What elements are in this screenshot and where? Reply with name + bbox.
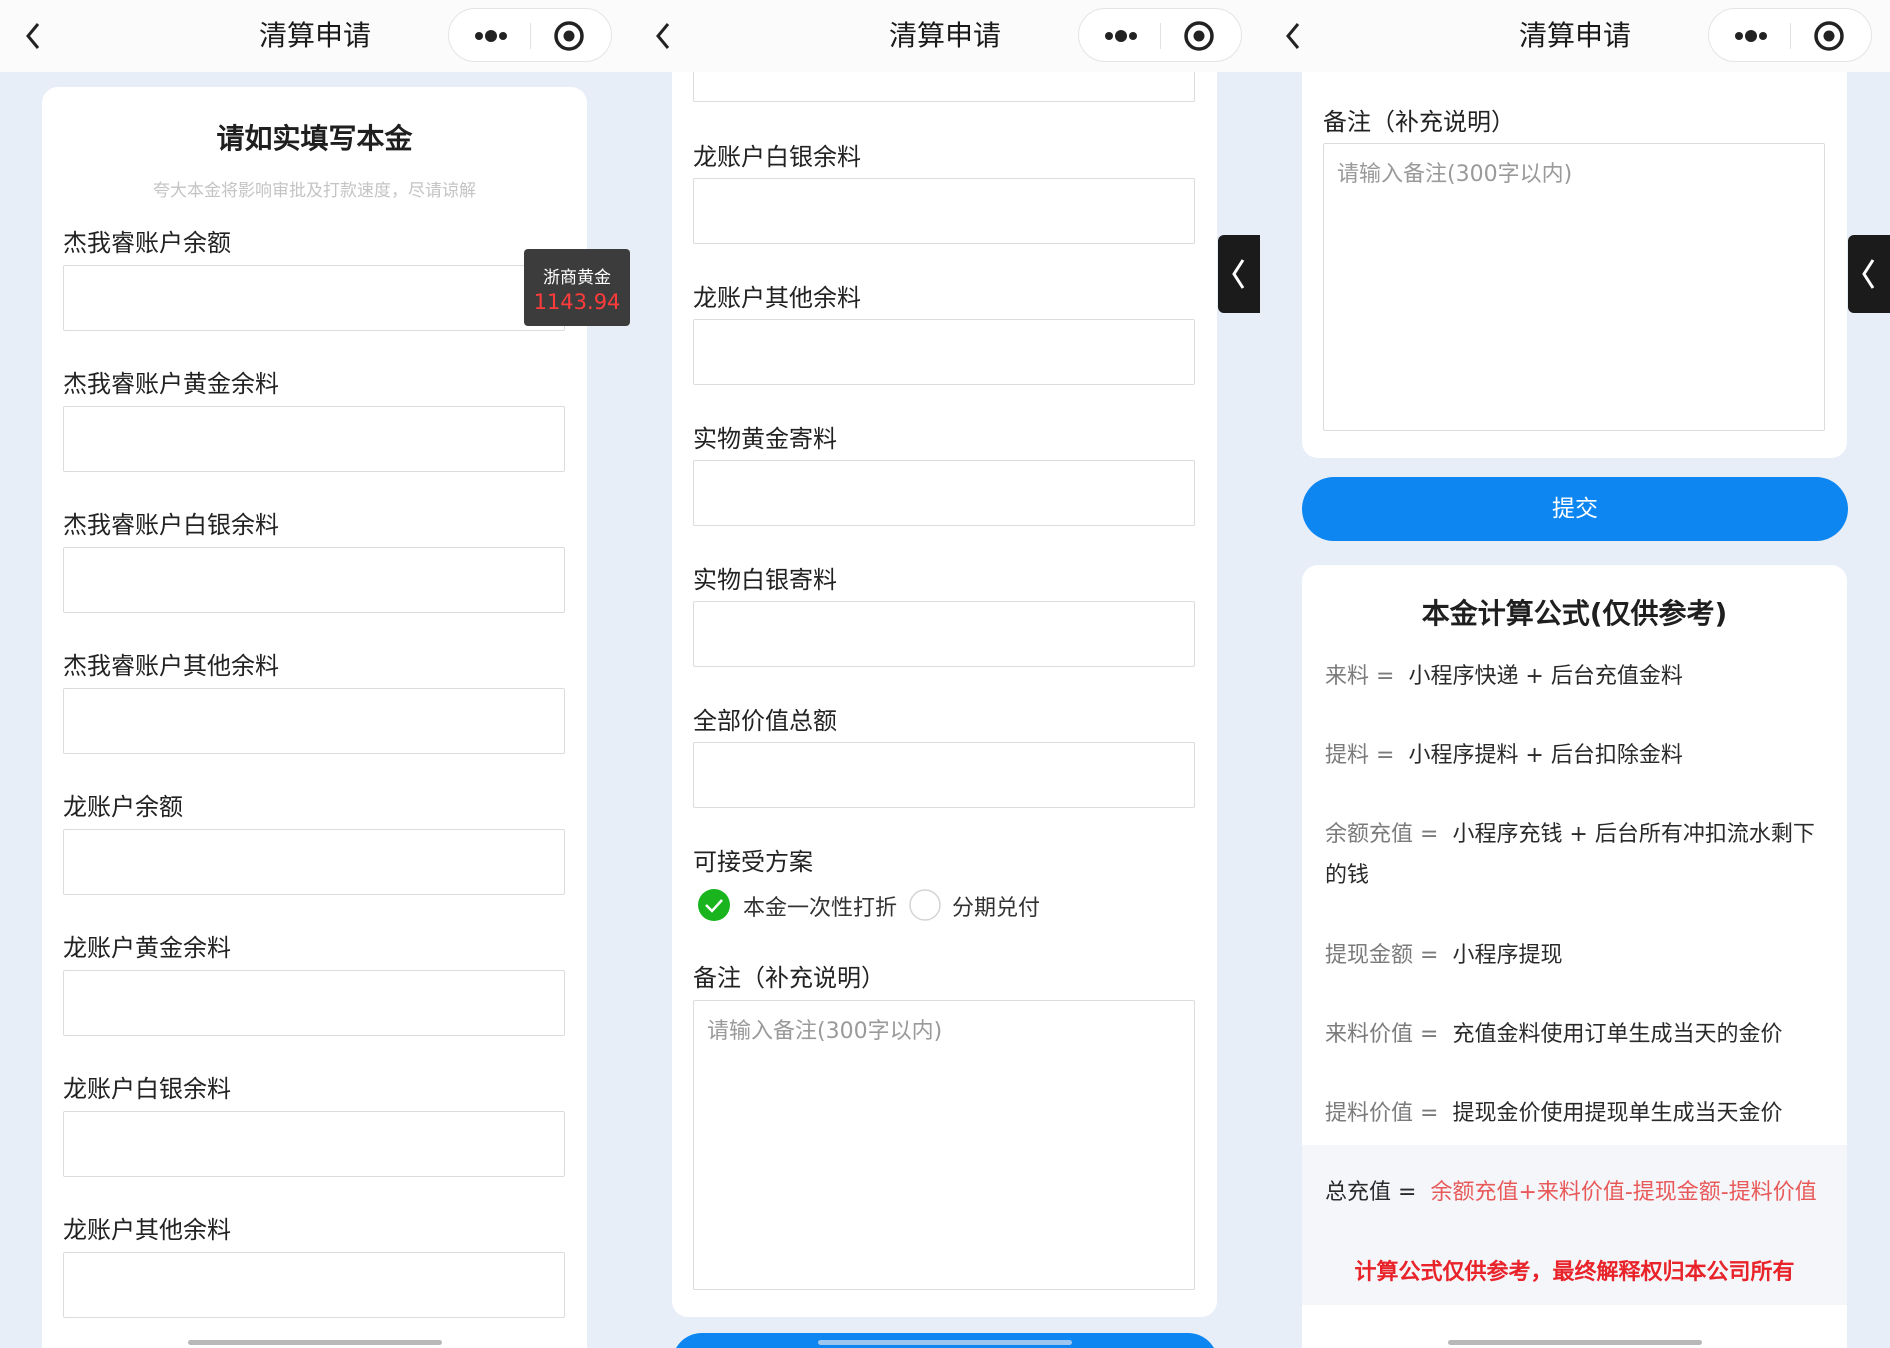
close-target-icon[interactable] [1182, 19, 1216, 53]
gold-widget-name: 浙商黄金 [543, 268, 611, 288]
remark-textarea[interactable]: 请输入备注(300字以内) [693, 1000, 1195, 1290]
field-label: 龙账户其他余料 [63, 1216, 231, 1244]
close-target-icon[interactable] [552, 19, 586, 53]
formula-value: 的钱 [1325, 863, 1370, 888]
form-card: 请如实填写本金 夸大本金将影响审批及打款速度，尽请谅解 杰我睿账户余额 杰我睿账… [42, 87, 587, 1348]
nav-bar: 清算申请 [630, 0, 1260, 72]
formula-value-highlight: 余额充值+来料价值-提现金额-提料价值 [1430, 1180, 1817, 1205]
long-silver-input[interactable] [693, 178, 1195, 244]
formula-value: 小程序提现 [1452, 943, 1563, 968]
option-label: 分期兑付 [952, 896, 1041, 921]
home-indicator [818, 1340, 1072, 1345]
field-label: 杰我睿账户其他余料 [63, 652, 279, 680]
account-other-input[interactable] [63, 688, 565, 754]
more-dots-icon[interactable] [469, 21, 513, 51]
formula-key: 提料价值 = [1325, 1101, 1439, 1126]
capsule-divider [1160, 23, 1161, 49]
formula-key: 总充值 = [1325, 1180, 1417, 1205]
side-drawer-tab[interactable] [1218, 235, 1260, 313]
formula-row: 来料价值 = 充值金料使用订单生成当天的金价 [1325, 1016, 1782, 1048]
field-label: 龙账户黄金余料 [63, 934, 231, 962]
formula-row: 余额充值 = 小程序充钱 + 后台所有冲扣流水剩下 [1325, 816, 1815, 848]
screen-2: 清算申请 龙账户白银余料 龙账户其他余料 实物黄金寄料 实物白银寄料 全部价值总… [630, 0, 1260, 1348]
formula-row-total: 总充值 = 余额充值+来料价值-提现金额-提料价值 [1325, 1174, 1817, 1206]
field-label: 实物黄金寄料 [693, 425, 837, 453]
nav-capsule [1708, 8, 1872, 62]
gold-price-widget[interactable]: 浙商黄金 1143.94 [524, 249, 630, 326]
remark-label: 备注（补充说明） [1323, 108, 1515, 136]
long-other-input[interactable] [693, 319, 1195, 385]
formula-value: 小程序充钱 + 后台所有冲扣流水剩下 [1452, 822, 1815, 847]
total-value-input[interactable] [693, 742, 1195, 808]
formula-key: 提料 = [1325, 743, 1395, 768]
account-silver-input[interactable] [63, 547, 565, 613]
nav-bar: 清算申请 [0, 0, 630, 72]
formula-key: 提现金额 = [1325, 943, 1439, 968]
remark-label: 备注（补充说明） [693, 964, 885, 992]
formula-row: 来料 = 小程序快递 + 后台充值金料 [1325, 658, 1683, 690]
more-dots-icon[interactable] [1729, 21, 1773, 51]
formula-row-wrap: 的钱 [1325, 857, 1369, 889]
screen-1: 清算申请 请如实填写本金 夸大本金将影响审批及打款速度，尽请谅解 杰我睿账户余额… [0, 0, 630, 1348]
remark-placeholder: 请输入备注(300字以内) [1337, 162, 1573, 187]
capsule-divider [1790, 23, 1791, 49]
field-label: 杰我睿账户白银余料 [63, 511, 279, 539]
side-drawer-tab[interactable] [1848, 235, 1890, 313]
long-silver-input[interactable] [63, 1111, 565, 1177]
submit-button[interactable]: 提交 [1302, 477, 1848, 541]
formula-row: 提料 = 小程序提料 + 后台扣除金料 [1325, 737, 1683, 769]
checkmark-icon [698, 889, 730, 921]
long-gold-input[interactable] [63, 970, 565, 1036]
long-other-input[interactable] [63, 1252, 565, 1318]
disclaimer-text: 计算公式仅供参考，最终解释权归本公司所有 [1354, 1260, 1795, 1285]
physical-gold-input[interactable] [693, 460, 1195, 526]
field-label: 龙账户余额 [63, 793, 183, 821]
remark-textarea[interactable]: 请输入备注(300字以内) [1323, 143, 1825, 431]
formula-value: 提现金价使用提现单生成当天金价 [1452, 1101, 1783, 1126]
formula-key: 余额充值 = [1325, 822, 1439, 847]
more-dots-icon[interactable] [1099, 21, 1143, 51]
field-label: 实物白银寄料 [693, 566, 837, 594]
field-label: 全部价值总额 [693, 707, 837, 735]
formula-title: 本金计算公式(仅供参考) [1421, 597, 1728, 630]
formula-value: 充值金料使用订单生成当天的金价 [1452, 1022, 1783, 1047]
physical-silver-input[interactable] [693, 601, 1195, 667]
chevron-left-icon [1232, 259, 1245, 289]
field-label: 龙账户白银余料 [693, 143, 861, 171]
formula-row: 提现金额 = 小程序提现 [1325, 937, 1562, 969]
formula-value: 小程序快递 + 后台充值金料 [1408, 664, 1683, 689]
nav-bar: 清算申请 [1260, 0, 1890, 72]
account-gold-input[interactable] [63, 406, 565, 472]
field-label: 杰我睿账户余额 [63, 229, 231, 257]
nav-capsule [1078, 8, 1242, 62]
nav-capsule [448, 8, 612, 62]
plan-label: 可接受方案 [693, 848, 813, 876]
field-label: 杰我睿账户黄金余料 [63, 370, 279, 398]
field-label: 龙账户白银余料 [63, 1075, 231, 1103]
formula-row: 提料价值 = 提现金价使用提现单生成当天金价 [1325, 1095, 1782, 1127]
formula-key: 来料 = [1325, 664, 1395, 689]
form-card: 龙账户白银余料 龙账户其他余料 实物黄金寄料 实物白银寄料 全部价值总额 可接受… [672, 0, 1217, 1317]
remark-placeholder: 请输入备注(300字以内) [707, 1019, 943, 1044]
screen-3: 清算申请 备注（补充说明） 请输入备注(300字以内) 提交 本金计算公式(仅供… [1260, 0, 1890, 1348]
formula-value: 小程序提料 + 后台扣除金料 [1408, 743, 1683, 768]
field-label: 龙账户其他余料 [693, 284, 861, 312]
radio-empty-icon [909, 889, 941, 921]
formula-key: 来料价值 = [1325, 1022, 1439, 1047]
capsule-divider [530, 23, 531, 49]
option-label: 本金一次性打折 [743, 896, 898, 921]
gold-widget-price: 1143.94 [533, 290, 621, 314]
chevron-left-icon [1862, 259, 1875, 289]
home-indicator [1448, 1340, 1702, 1345]
long-balance-input[interactable] [63, 829, 565, 895]
form-subheading: 夸大本金将影响审批及打款速度，尽请谅解 [153, 181, 476, 201]
form-heading: 请如实填写本金 [216, 122, 413, 155]
close-target-icon[interactable] [1812, 19, 1846, 53]
home-indicator [188, 1340, 442, 1345]
account-balance-input[interactable] [63, 265, 565, 331]
